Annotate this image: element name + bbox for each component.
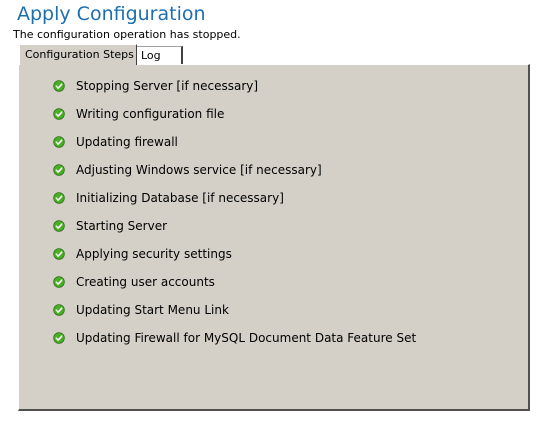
step-label: Writing configuration file	[76, 107, 225, 121]
check-circle-icon	[53, 332, 65, 344]
step-label: Stopping Server [if necessary]	[76, 79, 259, 93]
check-circle-icon	[53, 248, 65, 260]
check-circle-icon	[53, 164, 65, 176]
step-label: Adjusting Windows service [if necessary]	[76, 163, 322, 177]
step-item: Initializing Database [if necessary]	[53, 189, 284, 207]
check-circle-icon	[53, 304, 65, 316]
step-item: Applying security settings	[53, 245, 232, 263]
step-item: Updating Start Menu Link	[53, 301, 229, 319]
step-label: Updating firewall	[76, 135, 178, 149]
step-item: Starting Server	[53, 217, 167, 235]
tab-configuration-steps[interactable]: Configuration Steps	[19, 44, 137, 65]
check-circle-icon	[53, 108, 65, 120]
step-label: Updating Start Menu Link	[76, 303, 229, 317]
page-title: Apply Configuration	[17, 3, 206, 25]
step-item: Creating user accounts	[53, 273, 215, 291]
step-item: Adjusting Windows service [if necessary]	[53, 161, 322, 179]
check-circle-icon	[53, 136, 65, 148]
step-label: Starting Server	[76, 219, 168, 233]
step-item: Updating firewall	[53, 133, 178, 151]
check-circle-icon	[53, 80, 65, 92]
step-label: Initializing Database [if necessary]	[76, 191, 284, 205]
step-item: Writing configuration file	[53, 105, 224, 123]
step-label: Creating user accounts	[76, 275, 215, 289]
check-circle-icon	[53, 220, 65, 232]
step-label: Updating Firewall for MySQL Document Dat…	[76, 331, 417, 345]
tab-log[interactable]: Log	[137, 46, 183, 64]
step-label: Applying security settings	[76, 247, 232, 261]
step-item: Stopping Server [if necessary]	[53, 77, 258, 95]
configuration-steps-panel: Stopping Server [if necessary] Writing c…	[18, 64, 530, 411]
step-item: Updating Firewall for MySQL Document Dat…	[53, 329, 416, 347]
status-message: The configuration operation has stopped.	[13, 28, 241, 41]
check-circle-icon	[53, 192, 65, 204]
check-circle-icon	[53, 276, 65, 288]
